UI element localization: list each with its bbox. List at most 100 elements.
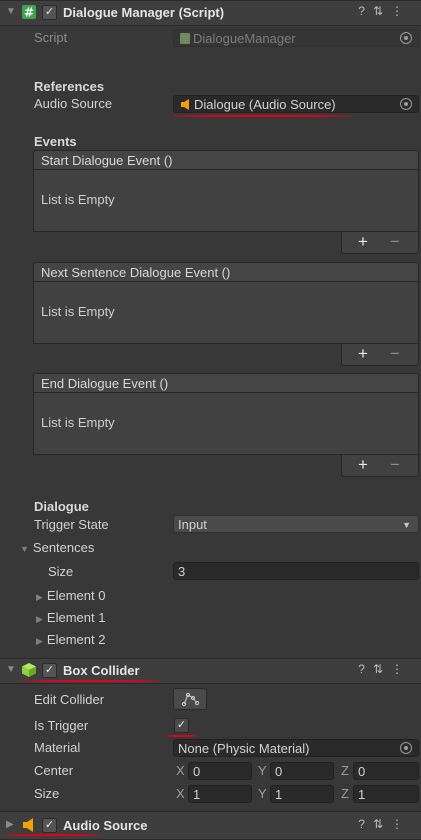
- red-underline-annotation: [170, 115, 353, 117]
- center-x-input[interactable]: 0: [188, 762, 252, 780]
- audio-source-field[interactable]: Dialogue (Audio Source): [173, 95, 419, 113]
- center-z-input[interactable]: 0: [353, 762, 419, 780]
- end-event-add-remove: + −: [341, 455, 419, 477]
- add-button[interactable]: +: [358, 455, 368, 475]
- edit-collider-button[interactable]: [173, 688, 207, 710]
- edit-collider-label: Edit Collider: [34, 692, 105, 707]
- help-icon[interactable]: ?: [358, 662, 373, 676]
- red-underline-annotation: [166, 735, 196, 737]
- help-icon[interactable]: ?: [358, 4, 373, 18]
- start-dialogue-event-header: Start Dialogue Event (): [33, 150, 419, 170]
- audio-source-icon: [23, 818, 33, 832]
- center-label: Center: [34, 763, 74, 778]
- sentences-size-input[interactable]: 3: [173, 562, 419, 580]
- audio-source-value: Dialogue (Audio Source): [194, 97, 336, 112]
- size-label: Size: [34, 786, 60, 801]
- help-icon[interactable]: ?: [358, 817, 373, 831]
- dialogue-heading: Dialogue: [34, 499, 89, 514]
- fold-arrow-icon[interactable]: ▶: [6, 819, 14, 830]
- events-heading: Events: [34, 134, 77, 149]
- presets-icon[interactable]: ⇅: [373, 817, 391, 831]
- next-sentence-event-list: List is Empty: [33, 282, 419, 344]
- sentences-foldout[interactable]: ▼ Sentences: [20, 540, 94, 555]
- fold-arrow-icon: ▶: [36, 592, 43, 602]
- add-button[interactable]: +: [358, 344, 368, 364]
- dialogue-manager-enabled-checkbox[interactable]: ✓: [42, 5, 57, 20]
- element-0-foldout[interactable]: ▶ Element 0: [36, 588, 105, 603]
- is-trigger-checkbox[interactable]: ✓: [174, 718, 189, 733]
- trigger-state-dropdown[interactable]: Input ▼: [173, 515, 419, 533]
- remove-button[interactable]: −: [390, 455, 400, 475]
- fold-arrow-icon: ▶: [36, 636, 43, 646]
- size-z-input[interactable]: 1: [353, 785, 419, 803]
- script-file-icon: [180, 33, 190, 45]
- menu-icon[interactable]: ⋮: [391, 817, 411, 831]
- header-icons: ?⇅⋮: [358, 817, 411, 831]
- end-dialogue-event-list: List is Empty: [33, 393, 419, 455]
- svg-text:#: #: [24, 6, 34, 20]
- fold-arrow-icon[interactable]: ▼: [6, 6, 16, 17]
- element-2-foldout[interactable]: ▶ Element 2: [36, 632, 105, 647]
- center-y-axis: Y: [258, 763, 267, 778]
- size-z-axis: Z: [341, 786, 349, 801]
- element-label: Element 1: [46, 610, 106, 625]
- red-underline-annotation: [20, 680, 162, 682]
- remove-button[interactable]: −: [390, 232, 400, 252]
- audio-source-title: Audio Source: [63, 818, 148, 833]
- speaker-icon: [181, 99, 189, 111]
- audio-source-picker-icon[interactable]: [400, 98, 412, 110]
- material-picker-icon[interactable]: [400, 742, 412, 754]
- remove-button[interactable]: −: [390, 344, 400, 364]
- size-label: Size: [48, 564, 74, 579]
- audio-source-enabled-checkbox[interactable]: ✓: [42, 818, 57, 833]
- script-label: Script: [34, 30, 68, 45]
- next-sentence-event-header: Next Sentence Dialogue Event (): [33, 262, 419, 282]
- script-value: DialogueManager: [193, 31, 296, 46]
- is-trigger-label: Is Trigger: [34, 718, 89, 733]
- size-x-axis: X: [176, 786, 185, 801]
- object-picker-icon[interactable]: [400, 32, 412, 44]
- list-empty-text: List is Empty: [41, 304, 115, 319]
- center-x-axis: X: [176, 763, 185, 778]
- sentences-label: Sentences: [32, 540, 95, 555]
- center-y-input[interactable]: 0: [270, 762, 334, 780]
- element-label: Element 0: [46, 588, 106, 603]
- fold-arrow-icon: ▶: [36, 614, 43, 624]
- list-empty-text: List is Empty: [41, 415, 115, 430]
- box-collider-enabled-checkbox[interactable]: ✓: [42, 663, 57, 678]
- end-dialogue-event-header: End Dialogue Event (): [33, 373, 419, 393]
- material-value: None (Physic Material): [178, 741, 310, 756]
- menu-icon[interactable]: ⋮: [391, 662, 411, 676]
- material-field[interactable]: None (Physic Material): [173, 739, 419, 757]
- audio-source-label: Audio Source: [34, 96, 113, 111]
- script-field[interactable]: DialogueManager: [173, 29, 419, 47]
- element-label: Element 2: [46, 632, 106, 647]
- header-icons: ?⇅⋮: [358, 662, 411, 676]
- start-event-add-remove: + −: [341, 232, 419, 254]
- fold-arrow-icon[interactable]: ▼: [6, 664, 16, 675]
- dropdown-arrow-icon: ▼: [402, 520, 411, 530]
- fold-arrow-icon: ▼: [20, 544, 29, 554]
- menu-icon[interactable]: ⋮: [391, 4, 411, 18]
- red-underline-annotation: [4, 834, 100, 836]
- script-hash-icon: #: [22, 5, 36, 19]
- start-dialogue-event-list: List is Empty: [33, 170, 419, 232]
- dialogue-manager-header[interactable]: ▼ # ✓ Dialogue Manager (Script) ?⇅⋮: [0, 0, 421, 26]
- presets-icon[interactable]: ⇅: [373, 4, 391, 18]
- box-collider-icon: [22, 663, 36, 677]
- material-label: Material: [34, 740, 81, 755]
- list-empty-text: List is Empty: [41, 192, 115, 207]
- size-y-input[interactable]: 1: [270, 785, 334, 803]
- edit-collider-icon: [181, 692, 200, 707]
- center-z-axis: Z: [341, 763, 349, 778]
- next-event-add-remove: + −: [341, 344, 419, 366]
- dialogue-manager-title: Dialogue Manager (Script): [63, 5, 225, 20]
- add-button[interactable]: +: [358, 232, 368, 252]
- trigger-state-value: Input: [178, 517, 207, 532]
- box-collider-title: Box Collider: [63, 663, 140, 678]
- header-icons: ?⇅⋮: [358, 4, 411, 18]
- size-x-input[interactable]: 1: [188, 785, 252, 803]
- presets-icon[interactable]: ⇅: [373, 662, 391, 676]
- trigger-state-label: Trigger State: [34, 517, 109, 532]
- element-1-foldout[interactable]: ▶ Element 1: [36, 610, 105, 625]
